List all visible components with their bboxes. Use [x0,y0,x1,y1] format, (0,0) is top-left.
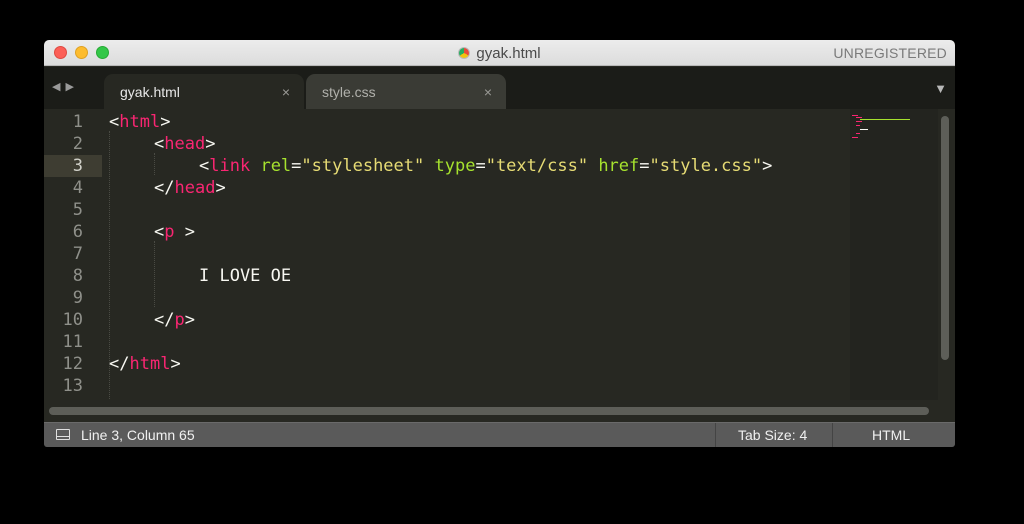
code-token: > [160,112,171,132]
tab-bar: ◀▶ gyak.html × style.css × ▼ [44,67,955,109]
tab-close-icon[interactable]: × [484,84,492,100]
code-line[interactable]: </head> [154,177,226,199]
code-editor[interactable]: 1 2 3 4 5 6 7 8 9 10 11 12 13 <html> <head> <link rel=… [44,109,850,439]
syntax-selector[interactable]: HTML [872,427,910,443]
minimap-line [856,121,862,122]
code-token: > [184,310,195,330]
code-token: </ [109,354,130,374]
attribute-value: "style.css" [649,156,763,176]
minimap-line [856,133,860,134]
code-token: < [109,112,120,132]
code-token: > [174,222,195,242]
code-token: < [154,134,165,154]
line-number: 9 [72,288,83,308]
minimap-line [860,129,868,130]
tag-name: link [209,156,251,176]
code-token: > [170,354,181,374]
indent-guide [154,153,155,175]
tag-name: p [174,310,185,330]
code-token: > [215,178,226,198]
minimap[interactable] [850,109,938,400]
attribute-name: type [434,156,476,176]
code-token: < [154,222,165,242]
tab-label: gyak.html [120,83,180,100]
line-number: 10 [62,310,83,330]
code-area[interactable]: <html> <head> <link rel="stylesheet" type=… [109,109,849,439]
line-number: 8 [72,266,83,286]
code-line[interactable]: I LOVE OE [199,265,291,287]
horizontal-scroll-thumb[interactable] [49,407,929,415]
code-line[interactable]: </p> [154,309,195,331]
vertical-scroll-thumb[interactable] [941,116,949,360]
code-token: > [762,156,773,176]
line-number: 11 [62,332,83,352]
code-line[interactable]: </html> [109,353,181,375]
panel-toggle-icon[interactable] [56,429,70,440]
line-number: 4 [72,178,83,198]
code-token: </ [154,310,175,330]
registration-status: UNREGISTERED [833,45,947,61]
forward-arrow-icon[interactable]: ▶ [65,81,78,93]
minimap-line [856,125,860,126]
code-token: < [199,156,210,176]
tag-name: html [119,112,161,132]
tag-name: p [164,222,175,242]
cursor-position: Line 3, Column 65 [81,427,195,443]
code-token: </ [154,178,175,198]
code-token: = [475,156,486,176]
line-number: 7 [72,244,83,264]
code-token: = [639,156,650,176]
status-divider [715,423,716,447]
attribute-name: href [598,156,640,176]
minimap-line [856,117,862,118]
tab-style-css[interactable]: style.css × [306,74,506,109]
line-number: 3 [44,155,102,177]
minimap-line [860,119,910,120]
attribute-name: rel [260,156,292,176]
code-line[interactable]: <p > [154,221,195,243]
horizontal-scrollbar[interactable] [44,400,955,422]
window-title-text: gyak.html [476,44,541,62]
indent-guide [154,241,155,307]
back-arrow-icon[interactable]: ◀ [52,81,65,93]
file-type-icon [458,47,471,59]
tab-navigation: ◀▶ [52,80,79,93]
minimap-line [852,137,858,138]
code-line[interactable]: <html> [109,111,170,133]
status-divider [832,423,833,447]
tab-label: style.css [322,83,376,100]
editor-window: gyak.html UNREGISTERED ◀▶ gyak.html × st… [44,40,955,447]
tab-list-icon[interactable]: ▼ [934,81,947,96]
attribute-value: "stylesheet" [301,156,425,176]
line-number: 1 [72,112,83,132]
code-line[interactable]: <head> [154,133,215,155]
attribute-value: "text/css" [485,156,589,176]
line-number: 2 [72,134,83,154]
code-line[interactable]: <link rel="stylesheet" type="text/css" h… [199,155,772,177]
code-token: = [291,156,302,176]
status-bar: Line 3, Column 65 Tab Size: 4 HTML [44,422,955,447]
tab-size-selector[interactable]: Tab Size: 4 [738,427,807,443]
tab-gyak-html[interactable]: gyak.html × [104,74,304,109]
line-number: 12 [62,354,83,374]
code-token: > [205,134,216,154]
line-number: 6 [72,222,83,242]
indent-guide [109,131,110,439]
tab-close-icon[interactable]: × [282,84,290,100]
window-title: gyak.html [44,40,955,66]
line-number: 13 [62,376,83,396]
minimap-line [852,115,858,116]
tag-name: head [174,178,216,198]
tag-name: head [164,134,206,154]
line-number: 5 [72,200,83,220]
title-bar: gyak.html UNREGISTERED [44,40,955,66]
code-token: I LOVE OE [199,266,292,286]
tag-name: html [129,354,171,374]
line-number-gutter: 1 2 3 4 5 6 7 8 9 10 11 12 13 [44,109,102,400]
